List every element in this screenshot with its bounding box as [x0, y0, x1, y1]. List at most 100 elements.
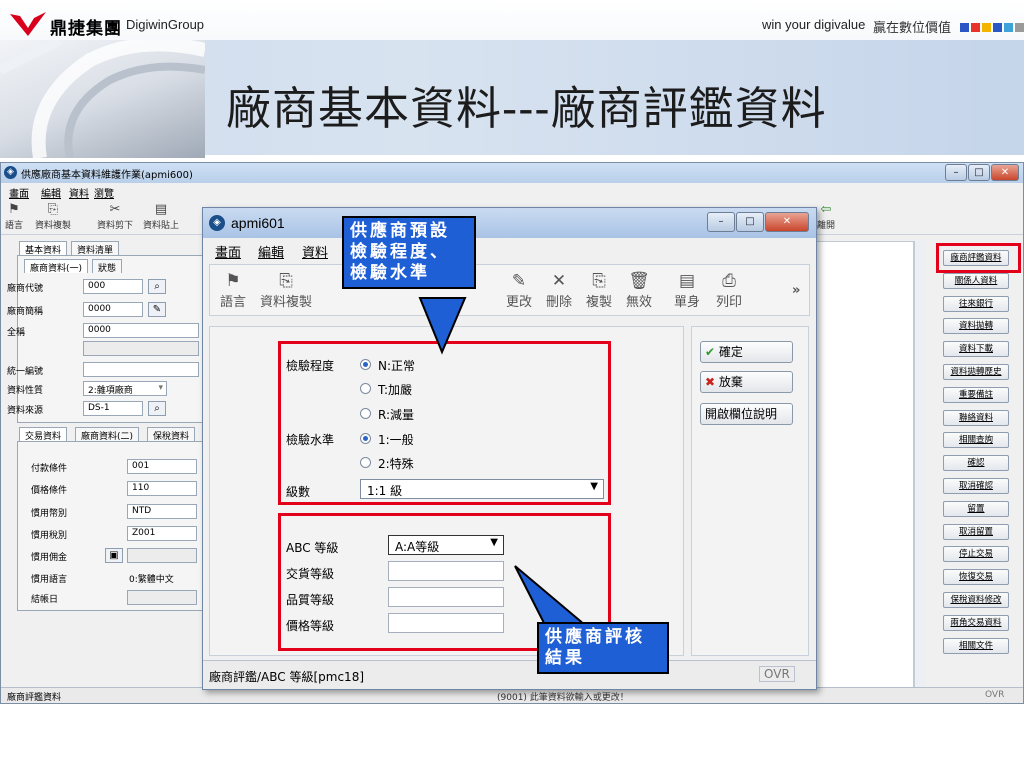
- price-terms-input[interactable]: 110: [127, 481, 197, 496]
- abc-select[interactable]: A:A等級 ▼: [388, 535, 504, 555]
- toolbar-exit-label: 離開: [817, 221, 836, 231]
- price-label: 價格等級: [286, 619, 335, 633]
- dlg-toolbar-delete[interactable]: ✕ 刪除: [546, 271, 572, 310]
- maximize-icon[interactable]: □: [736, 212, 764, 232]
- brand-square: [993, 23, 1002, 32]
- radio-std-special[interactable]: [360, 457, 371, 468]
- right-action-button[interactable]: 聯絡資料: [943, 409, 1009, 426]
- currency-input[interactable]: NTD: [127, 504, 197, 519]
- minimize-icon[interactable]: –: [707, 212, 735, 232]
- price-grade-input[interactable]: [388, 613, 504, 633]
- right-action-button[interactable]: 停止交易: [943, 546, 1009, 563]
- tab-vendor-2[interactable]: 廠商資料(二): [75, 427, 140, 442]
- toolbar-paste[interactable]: ▤ 資料貼上: [143, 201, 179, 231]
- tab-basic[interactable]: 基本資料: [19, 241, 68, 256]
- closing-day-input[interactable]: [127, 590, 197, 605]
- tab-bonded[interactable]: 保稅資料: [147, 427, 196, 442]
- vertical-scrollbar[interactable]: [914, 241, 926, 691]
- tab-trade[interactable]: 交易資料: [19, 427, 68, 442]
- right-action-button[interactable]: 取消確認: [943, 478, 1009, 494]
- toolbar-copy[interactable]: ⎘ 資料複製: [35, 201, 71, 231]
- dlg-toolbar-duplicate[interactable]: ⎘ 複製: [586, 271, 612, 310]
- right-action-button[interactable]: 留置: [943, 500, 1009, 517]
- dlg-toolbar-print[interactable]: ⎙ 列印: [716, 271, 742, 310]
- menu-edit[interactable]: 編輯: [41, 185, 61, 200]
- right-action-button[interactable]: 資料拋轉: [943, 318, 1009, 335]
- dialog-menu-edit[interactable]: 編輯: [258, 242, 284, 261]
- right-action-button[interactable]: 恢復交易: [943, 569, 1009, 586]
- menu-browse[interactable]: 瀏覽: [94, 185, 114, 200]
- radio-inspect-normal[interactable]: [360, 359, 371, 370]
- menu-screen[interactable]: 畫面: [9, 185, 29, 200]
- toolbar-more-button[interactable]: »: [792, 283, 800, 298]
- right-action-button[interactable]: 相關查詢: [943, 432, 1009, 449]
- radio-label: 1:一般: [378, 433, 414, 447]
- dialog-status-text: 廠商評鑑/ABC 等級[pmc18]: [209, 670, 365, 684]
- right-action-button[interactable]: 保稅資料修改: [943, 592, 1009, 608]
- tax-id-input[interactable]: [83, 362, 199, 377]
- commission-input[interactable]: [127, 548, 197, 563]
- vendor-fullname-input[interactable]: 0000: [83, 323, 199, 338]
- confirm-button[interactable]: ✔ 確定: [700, 341, 793, 363]
- subtab-vendor-1[interactable]: 廠商資料(一): [24, 259, 89, 274]
- dialog-menu-screen[interactable]: 畫面: [215, 242, 241, 261]
- dlg-toolbar-copy[interactable]: ⎘ 資料複製: [260, 271, 312, 310]
- right-action-button[interactable]: 取消留置: [943, 523, 1009, 540]
- main-window-titlebar[interactable]: ◈ 供應廠商基本資料維護作業(apmi600) – □ ✕: [1, 163, 1023, 183]
- minimize-icon[interactable]: –: [945, 164, 967, 181]
- close-icon[interactable]: ✕: [991, 164, 1019, 181]
- menu-data[interactable]: 資料: [69, 185, 89, 200]
- dlg-toolbar-edit[interactable]: ✎ 更改: [506, 271, 532, 310]
- toolbar-cut[interactable]: ✂ 資料剪下: [97, 201, 133, 231]
- dialog-menu-data[interactable]: 資料: [302, 242, 328, 261]
- delivery-grade-input[interactable]: [388, 561, 504, 581]
- toolbar-language-label: 語言: [5, 221, 24, 231]
- tax-type-input[interactable]: Z001: [127, 526, 197, 541]
- radio-std-general[interactable]: [360, 433, 371, 444]
- delete-icon: ✕: [551, 271, 567, 291]
- inspect-std-label: 檢驗水準: [286, 433, 335, 447]
- search-icon[interactable]: ⌕: [148, 279, 166, 294]
- open-help-button[interactable]: 開啟欄位說明: [700, 403, 793, 425]
- lookup-icon[interactable]: ▣: [105, 548, 123, 563]
- data-nature-select[interactable]: 2:雜項廠商 ▾: [83, 381, 167, 396]
- right-action-button[interactable]: 關係人資料: [943, 272, 1009, 289]
- right-action-button[interactable]: 相關文件: [943, 637, 1009, 654]
- payment-terms-input[interactable]: 001: [127, 459, 197, 474]
- toolbar-language[interactable]: ⚑ 語言: [5, 201, 23, 231]
- right-action-button[interactable]: 兩角交易資料: [943, 614, 1009, 631]
- right-action-button[interactable]: 資料拋轉歷史: [943, 364, 1009, 380]
- brand-square: [971, 23, 980, 32]
- right-action-button[interactable]: 往來銀行: [943, 295, 1009, 312]
- data-source-input[interactable]: DS-1: [83, 401, 143, 416]
- dlg-toolbar-invalid[interactable]: 🗑 無效: [626, 271, 652, 310]
- dialog-titlebar[interactable]: ◈ apmi601 – □ ✕: [203, 208, 816, 238]
- toolbar-exit[interactable]: ⇦ 離開: [817, 201, 835, 231]
- cancel-button[interactable]: ✖ 放棄: [700, 371, 793, 393]
- right-action-button[interactable]: 資料下載: [943, 341, 1009, 358]
- maximize-icon[interactable]: □: [968, 164, 990, 181]
- field-label: 統一編號: [7, 367, 44, 377]
- radio-inspect-tightened[interactable]: [360, 383, 371, 394]
- vendor-fullname-2-input[interactable]: [83, 341, 199, 356]
- right-action-button[interactable]: 重要備註: [943, 386, 1009, 403]
- subtab-status[interactable]: 狀態: [92, 259, 123, 274]
- duplicate-icon: ⎘: [592, 271, 606, 291]
- flag-icon: ⚑: [225, 271, 241, 291]
- detail-area: [816, 241, 914, 691]
- chevron-down-icon: ▼: [490, 537, 498, 548]
- radio-inspect-reduced[interactable]: [360, 408, 371, 419]
- tab-list[interactable]: 資料清單: [71, 241, 120, 256]
- pencil-icon[interactable]: ✎: [148, 302, 166, 317]
- field-label: 全稱: [7, 328, 26, 338]
- dlg-toolbar-delete-label: 刪除: [546, 295, 573, 310]
- dlg-toolbar-language[interactable]: ⚑ 語言: [220, 271, 246, 310]
- quality-grade-input[interactable]: [388, 587, 504, 607]
- vendor-code-input[interactable]: 000: [83, 279, 143, 294]
- grade-select[interactable]: 1:1 級 ▼: [360, 479, 604, 499]
- search-icon[interactable]: ⌕: [148, 401, 166, 416]
- vendor-short-input[interactable]: 0000: [83, 302, 143, 317]
- close-icon[interactable]: ✕: [765, 212, 809, 232]
- dlg-toolbar-detail[interactable]: ▤ 單身: [674, 271, 700, 310]
- right-action-button[interactable]: 確認: [943, 455, 1009, 472]
